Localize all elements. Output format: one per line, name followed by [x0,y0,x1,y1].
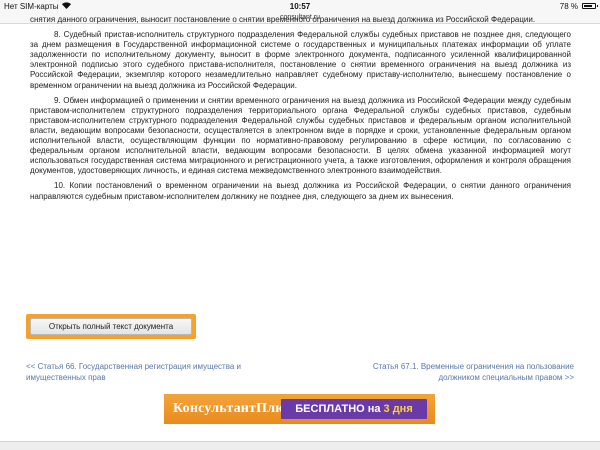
battery-icon [582,3,598,9]
clock: 10:57 [289,2,311,11]
open-full-text-button[interactable]: Открыть полный текст документа [30,318,192,335]
free-trial-label: БЕСПЛАТНО на [295,403,381,415]
next-article-link[interactable]: Статья 67.1. Временные ограничения на по… [340,361,574,383]
free-trial-days: 3 дня [383,403,413,415]
article-body: снятия данного ограничения, выносит пост… [30,15,571,207]
article-paragraph: 8. Судебный пристав-исполнитель структур… [30,30,571,90]
battery-percent: 78 % [559,2,578,11]
consultant-plus-logo: КонсультантПлюс [173,401,293,416]
open-full-text-frame: Открыть полный текст документа [26,314,196,339]
browser-bottom-bar [0,441,600,450]
ios-status-bar: Нет SIM-карты 10:57 78 % [0,0,600,13]
consultant-plus-banner[interactable]: КонсультантПлюс БЕСПЛАТНО на 3 дня [164,394,435,424]
prev-article-link[interactable]: << Статья 66. Государственная регистраци… [26,361,256,383]
article-paragraph: 10. Копии постановлений о временном огра… [30,181,571,201]
free-trial-button[interactable]: БЕСПЛАТНО на 3 дня [281,399,427,419]
article-paragraph: снятия данного ограничения, выносит пост… [30,15,536,24]
battery-fill [584,5,592,7]
article-paragraph: 9. Обмен информацией о применении и снят… [30,95,571,176]
